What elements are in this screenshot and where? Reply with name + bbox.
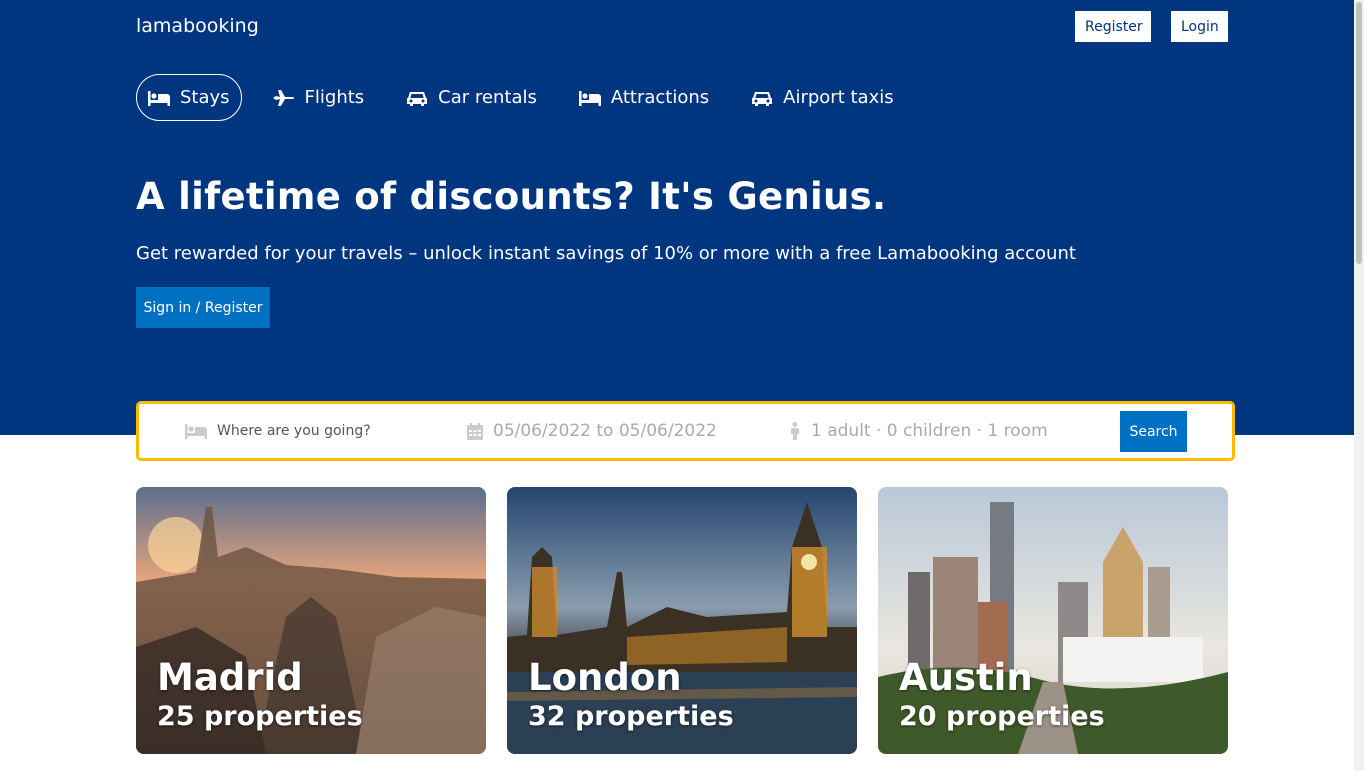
- search-button[interactable]: Search: [1120, 411, 1187, 452]
- car-icon: [407, 91, 428, 106]
- property-count: 20 properties: [899, 701, 1105, 732]
- register-button[interactable]: Register: [1075, 11, 1151, 42]
- scrollbar[interactable]: [1354, 0, 1364, 771]
- guests-rooms-text: 1 adult · 0 children · 1 room: [811, 421, 1048, 441]
- tab-flights[interactable]: Flights: [262, 74, 376, 121]
- tab-airport-taxis-label: Airport taxis: [783, 87, 894, 108]
- madrid-caption: Madrid 25 properties: [157, 656, 363, 734]
- destination-field[interactable]: [185, 404, 437, 458]
- hero-description: Get rewarded for your travels – unlock i…: [136, 243, 1076, 264]
- bed-icon: [185, 424, 207, 439]
- guests-rooms-field[interactable]: 1 adult · 0 children · 1 room: [789, 404, 1048, 458]
- signin-register-button[interactable]: Sign in / Register: [136, 287, 270, 328]
- tab-airport-taxis[interactable]: Airport taxis: [740, 74, 904, 121]
- date-range-field[interactable]: 05/06/2022 to 05/06/2022: [467, 404, 717, 458]
- tab-car-rentals-label: Car rentals: [438, 87, 537, 108]
- city-card-london[interactable]: London 32 properties: [507, 487, 857, 754]
- date-range-text: 05/06/2022 to 05/06/2022: [493, 421, 717, 441]
- bed-icon: [578, 90, 601, 106]
- tab-attractions[interactable]: Attractions: [568, 74, 720, 121]
- calendar-icon: [467, 422, 483, 440]
- london-caption: London 32 properties: [528, 656, 734, 734]
- scrollbar-thumb[interactable]: [1356, 2, 1362, 264]
- search-bar: 05/06/2022 to 05/06/2022 1 adult · 0 chi…: [136, 401, 1235, 461]
- hero-title: A lifetime of discounts? It's Genius.: [136, 175, 887, 218]
- taxi-icon: [752, 91, 773, 106]
- city-name: Madrid: [157, 656, 303, 699]
- tab-stays-label: Stays: [180, 87, 230, 108]
- logo[interactable]: lamabooking: [136, 15, 259, 37]
- city-card-madrid[interactable]: Madrid 25 properties: [136, 487, 486, 754]
- city-name: Austin: [899, 656, 1033, 699]
- tab-attractions-label: Attractions: [610, 87, 710, 108]
- property-count: 25 properties: [157, 701, 363, 732]
- tab-stays[interactable]: Stays: [136, 74, 242, 121]
- bed-icon: [148, 90, 170, 106]
- city-card-austin[interactable]: Austin 20 properties: [878, 487, 1228, 754]
- plane-icon: [272, 89, 294, 106]
- destination-input[interactable]: [217, 423, 437, 439]
- person-icon: [791, 422, 799, 440]
- nav-tabs: Stays Flights Car rentals Attractions Ai…: [136, 74, 925, 121]
- tab-flights-label: Flights: [304, 87, 365, 108]
- tab-car-rentals[interactable]: Car rentals: [395, 74, 548, 121]
- login-button[interactable]: Login: [1171, 11, 1228, 42]
- austin-caption: Austin 20 properties: [899, 656, 1105, 734]
- property-count: 32 properties: [528, 701, 734, 732]
- featured-cities: Madrid 25 properties London 32 propertie…: [136, 487, 1249, 754]
- city-name: London: [528, 656, 682, 699]
